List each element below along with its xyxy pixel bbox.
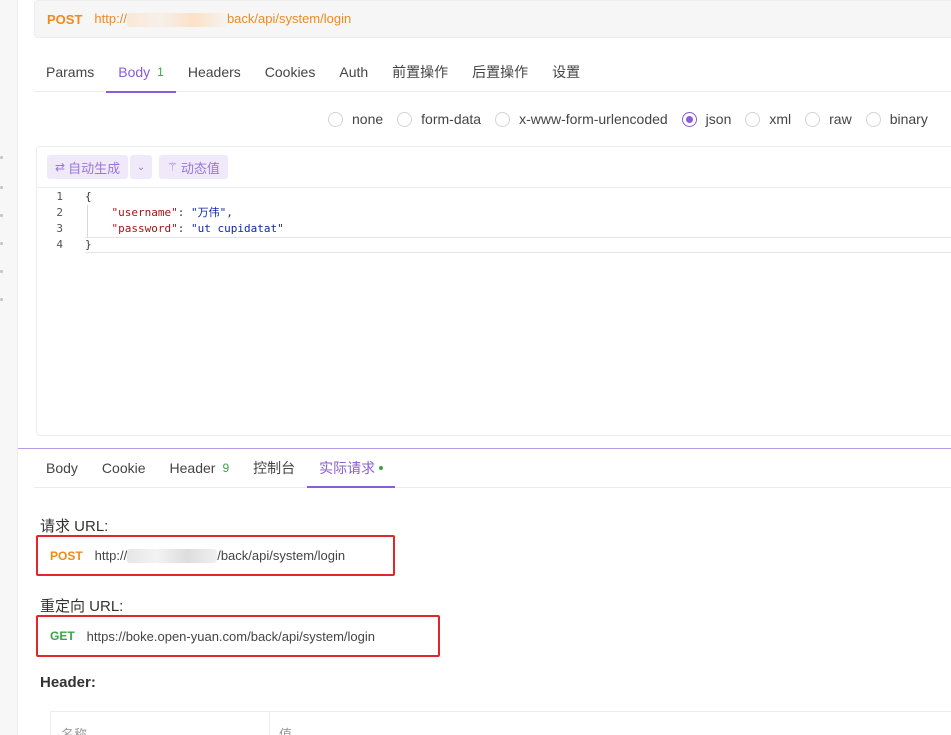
tab-actual-request[interactable]: 实际请求	[307, 449, 396, 488]
radio-urlencoded[interactable]: x-www-form-urlencoded	[495, 111, 668, 127]
redacted-host	[127, 549, 218, 564]
radio-raw[interactable]: raw	[805, 111, 852, 127]
magic-wand-icon: ⚚	[167, 160, 178, 174]
radio-circle[interactable]	[745, 111, 761, 127]
header-count-badge: 9	[222, 461, 230, 475]
url-prefix: http://	[94, 11, 127, 27]
left-sidebar-strip	[0, 0, 18, 735]
sidebar-marker	[0, 186, 3, 189]
radio-circle[interactable]	[328, 111, 343, 127]
tab-settings[interactable]: 设置	[540, 52, 592, 92]
tab-pre-request[interactable]: 前置操作	[380, 52, 460, 92]
redirect-method: GET	[50, 629, 75, 643]
sync-icon: ⇄	[55, 160, 66, 174]
actual-request-method: POST	[50, 548, 83, 563]
dynamic-value-button[interactable]: ⚚ 动态值	[159, 155, 228, 179]
redirect-url: https://boke.open-yuan.com/back/api/syst…	[86, 628, 375, 644]
header-table: 名称 值	[50, 711, 951, 735]
json-body-editor: ⇄ 自动生成 ⌄ ⚚ 动态值 1 { 2 "username": "万伟", 3 "…	[36, 146, 951, 436]
chevron-down-icon: ⌄	[136, 161, 146, 173]
request-url[interactable]: http:// back/api/system/login	[94, 11, 351, 27]
auto-generate-menu-button[interactable]: ⌄	[130, 155, 153, 179]
response-tabs: Body Cookie Header 9 控制台 实际请求	[34, 449, 951, 488]
status-dot	[379, 466, 384, 470]
request-url-label: 请求 URL:	[40, 518, 109, 535]
line-number: 3	[56, 222, 63, 235]
code-editor[interactable]: 1 { 2 "username": "万伟", 3 "password": "u…	[37, 187, 951, 435]
tab-params[interactable]: Params	[34, 52, 106, 92]
line-number: 1	[56, 190, 63, 203]
header-section-title: Header:	[40, 674, 96, 691]
tab-cookies[interactable]: Cookies	[253, 52, 328, 92]
radio-circle[interactable]	[805, 111, 821, 127]
radio-xml[interactable]: xml	[745, 111, 791, 127]
radio-circle[interactable]	[495, 111, 511, 127]
radio-binary[interactable]: binary	[865, 111, 928, 127]
tab-body[interactable]: Body 1	[106, 52, 176, 93]
line-number: 4	[56, 238, 63, 251]
radio-json[interactable]: json	[681, 111, 731, 127]
sidebar-marker	[0, 298, 3, 301]
body-type-selector: none form-data x-www-form-urlencoded jso…	[320, 108, 928, 130]
auto-generate-button[interactable]: ⇄ 自动生成	[47, 155, 129, 179]
editor-toolbar: ⇄ 自动生成 ⌄ ⚚ 动态值	[47, 155, 228, 179]
tab-response-cookie[interactable]: Cookie	[90, 449, 158, 487]
code-line: 4 }	[37, 237, 951, 253]
column-divider	[269, 712, 270, 735]
tab-post-request[interactable]: 后置操作	[460, 52, 540, 92]
url-suffix: back/api/system/login	[226, 11, 352, 27]
radio-circle-checked[interactable]	[681, 111, 697, 127]
sidebar-marker	[0, 214, 3, 217]
request-url-box: POST http:///back/api/system/login	[36, 535, 395, 576]
sidebar-marker	[0, 270, 3, 273]
radio-circle[interactable]	[865, 111, 881, 127]
request-url-bar[interactable]: POST http:// back/api/system/login	[34, 0, 951, 38]
body-count-badge: 1	[157, 65, 164, 79]
radio-circle[interactable]	[397, 111, 413, 127]
actual-request-url: http:///back/api/system/login	[94, 547, 346, 564]
request-tabs: Params Body 1 Headers Cookies Auth 前置操作 后…	[34, 52, 951, 93]
code-line: 2 "username": "万伟",	[37, 205, 951, 221]
tab-response-body[interactable]: Body	[34, 449, 90, 487]
request-method[interactable]: POST	[47, 12, 82, 27]
radio-none[interactable]: none	[328, 111, 383, 127]
redacted-host	[126, 12, 227, 27]
tab-response-header[interactable]: Header 9	[158, 449, 242, 487]
column-header-value: 值	[279, 727, 293, 735]
column-header-name: 名称	[61, 727, 88, 735]
radio-form-data[interactable]: form-data	[397, 111, 481, 127]
line-number: 2	[56, 206, 63, 219]
tab-headers[interactable]: Headers	[176, 52, 253, 92]
tab-auth[interactable]: Auth	[327, 52, 380, 92]
code-line: 1 {	[37, 189, 951, 205]
sidebar-marker	[0, 242, 3, 245]
tab-console[interactable]: 控制台	[241, 449, 307, 487]
code-line: 3 "password": "ut cupidatat"	[37, 221, 951, 237]
redirect-url-box: GET https://boke.open-yuan.com/back/api/…	[36, 615, 440, 657]
redirect-url-label: 重定向 URL:	[40, 598, 124, 615]
sidebar-marker	[0, 156, 3, 159]
